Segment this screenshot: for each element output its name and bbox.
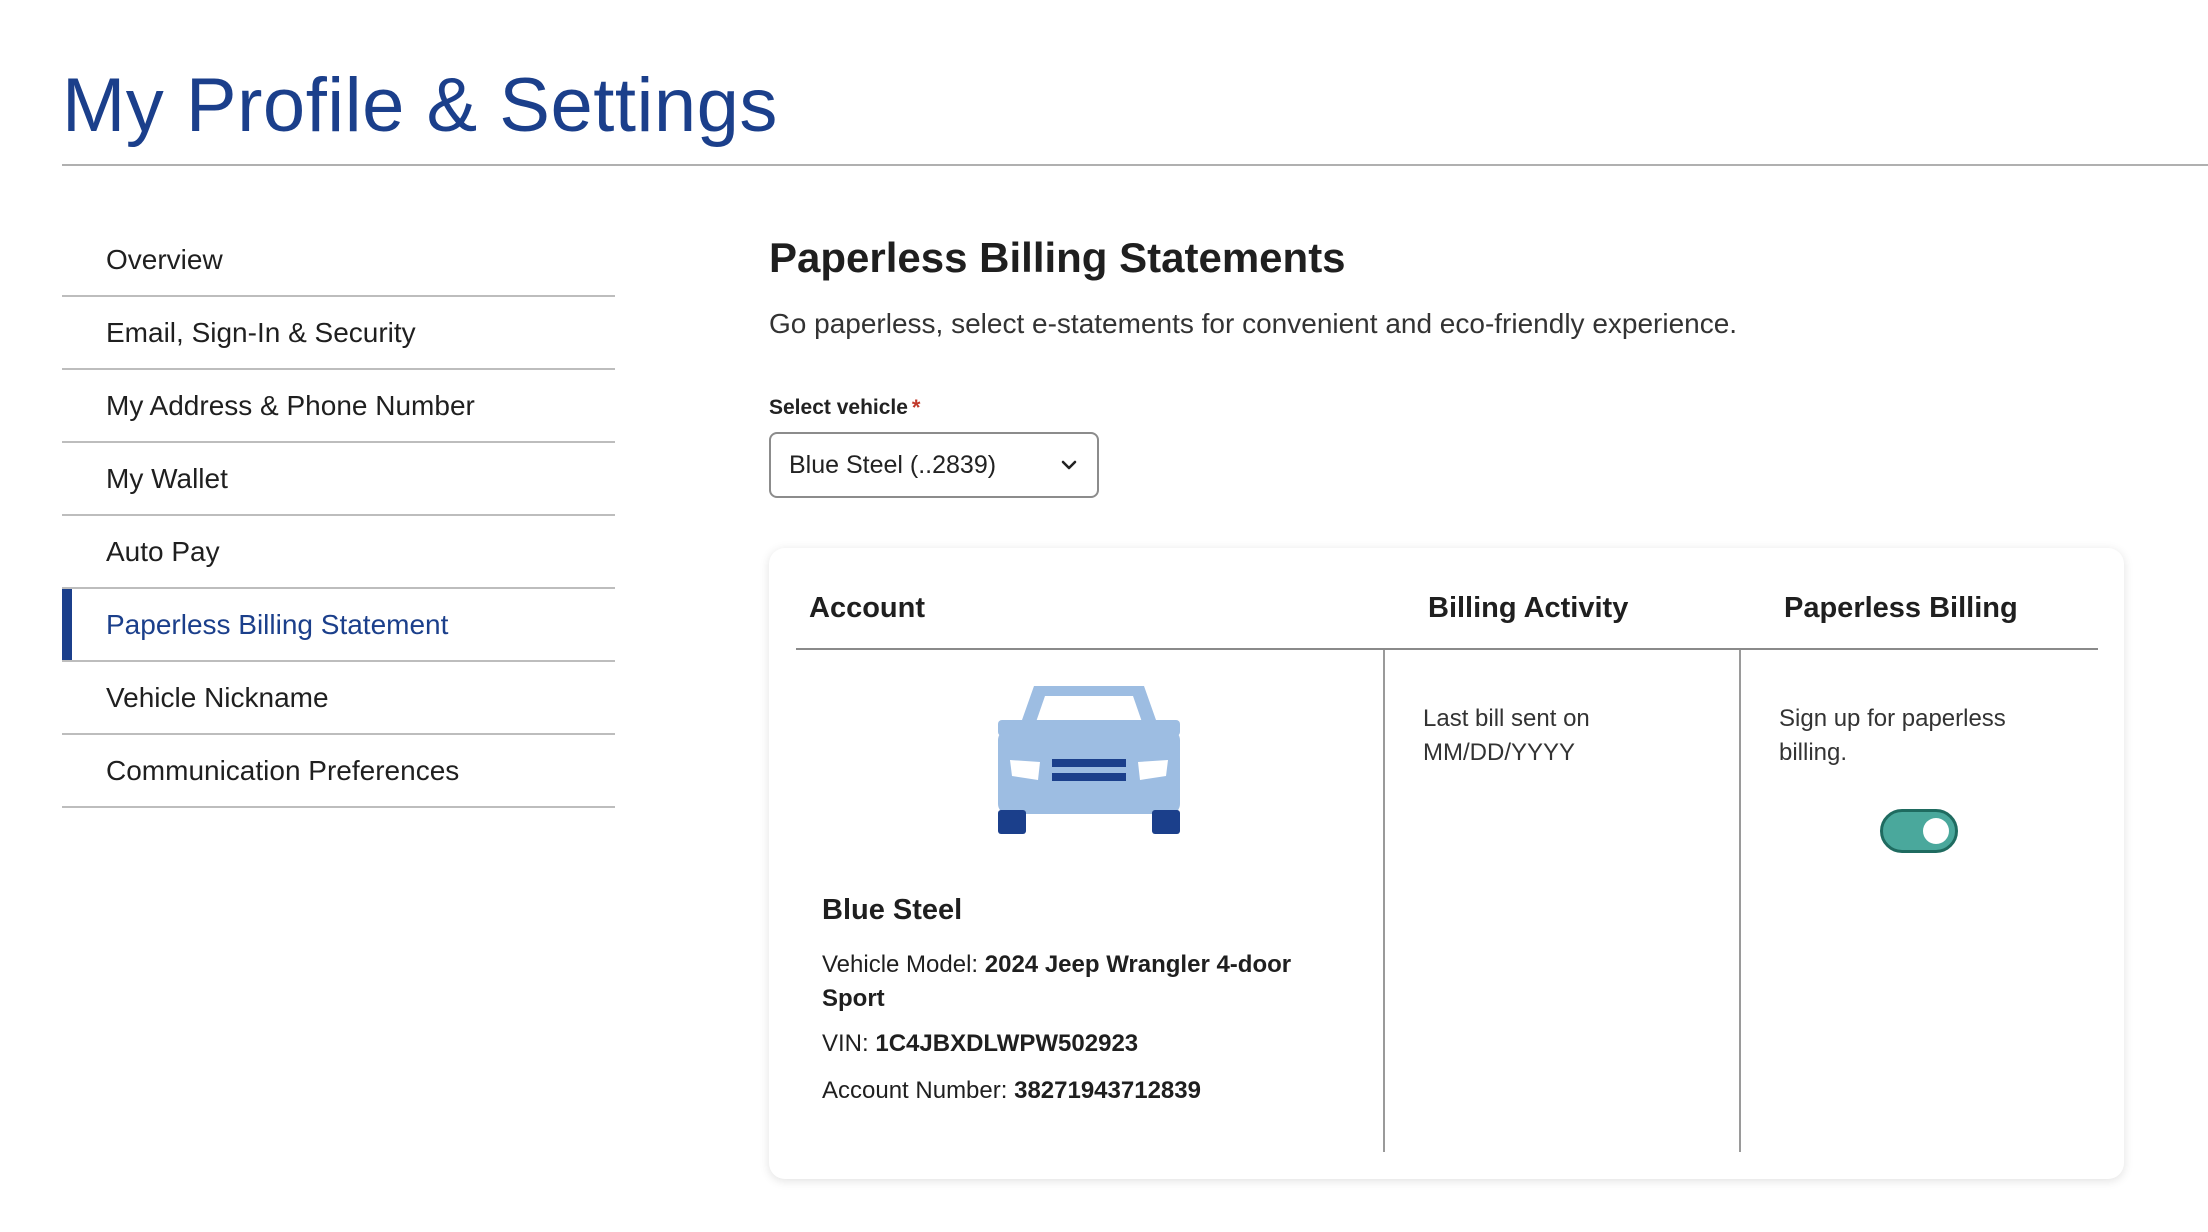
profile-settings-page: My Profile & Settings Overview Email, Si… (0, 0, 2208, 1232)
sidebar-item-paperless-billing[interactable]: Paperless Billing Statement (62, 589, 615, 662)
account-number: Account Number: 38271943712839 (822, 1074, 1201, 1108)
account-number-label: Account Number: (822, 1077, 1008, 1104)
billing-activity-column-header: Billing Activity (1428, 592, 1629, 624)
billing-activity-text: Last bill sent on MM/DD/YYYY (1423, 705, 1590, 766)
billing-card: Account Billing Activity Paperless Billi… (769, 548, 2124, 1179)
vehicle-model-label: Vehicle Model: (822, 951, 979, 978)
paperless-billing-text: Sign up for paperless billing. (1779, 705, 2006, 766)
column-divider (1739, 650, 1741, 1152)
vehicle-model: Vehicle Model: 2024 Jeep Wrangler 4-door… (822, 948, 1342, 1016)
vehicle-name: Blue Steel (822, 894, 963, 926)
chevron-down-icon (1061, 460, 1077, 470)
sidebar-item-address-phone[interactable]: My Address & Phone Number (62, 370, 615, 443)
vehicle-vin: VIN: 1C4JBXDLWPW502923 (822, 1027, 1138, 1061)
required-marker: * (911, 395, 921, 420)
car-icon (998, 686, 1180, 834)
paperless-billing-column-header: Paperless Billing (1784, 592, 2018, 624)
account-column-header: Account (809, 592, 925, 624)
paperless-billing-toggle[interactable] (1880, 809, 1958, 853)
account-number-value: 38271943712839 (1014, 1077, 1201, 1104)
main-content: Paperless Billing Statements Go paperles… (769, 228, 2149, 498)
toggle-knob (1923, 818, 1949, 844)
vin-label: VIN: (822, 1030, 869, 1057)
sidebar-item-email-security[interactable]: Email, Sign-In & Security (62, 297, 615, 370)
section-description: Go paperless, select e-statements for co… (769, 308, 1738, 339)
column-divider (1383, 650, 1385, 1152)
settings-sidebar: Overview Email, Sign-In & Security My Ad… (62, 224, 615, 808)
header-divider (796, 648, 2098, 650)
select-vehicle-label: Select vehicle * (769, 394, 2149, 422)
select-vehicle-label-text: Select vehicle (769, 396, 908, 419)
vin-value: 1C4JBXDLWPW502923 (875, 1030, 1139, 1057)
sidebar-item-overview[interactable]: Overview (62, 224, 615, 297)
sidebar-item-communication-preferences[interactable]: Communication Preferences (62, 735, 615, 808)
sidebar-item-auto-pay[interactable]: Auto Pay (62, 516, 615, 589)
title-divider (62, 164, 2208, 166)
vehicle-select-value: Blue Steel (..2839) (789, 450, 997, 479)
section-title: Paperless Billing Statements (769, 234, 1346, 281)
vehicle-select[interactable]: Blue Steel (..2839) (769, 432, 1099, 498)
sidebar-item-vehicle-nickname[interactable]: Vehicle Nickname (62, 662, 615, 735)
page-title: My Profile & Settings (62, 63, 778, 148)
sidebar-item-wallet[interactable]: My Wallet (62, 443, 615, 516)
